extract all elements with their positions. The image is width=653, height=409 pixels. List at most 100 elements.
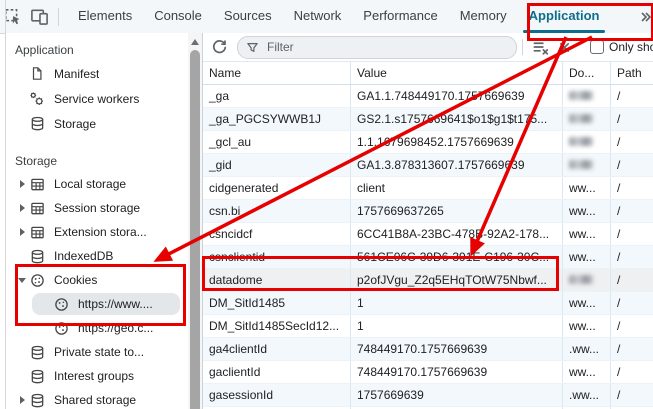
cookie-icon (53, 320, 69, 336)
filter-field[interactable] (237, 36, 517, 59)
delete-selected-button[interactable] (552, 35, 576, 59)
sidebar-item-manifest[interactable]: Manifest (6, 61, 188, 86)
redacted-domain (569, 114, 593, 123)
sidebar-item-cookies[interactable]: Cookies (6, 268, 188, 292)
tab-memory[interactable]: Memory (449, 0, 518, 33)
cookie-domain: ww... (563, 361, 611, 383)
filter-funnel-icon (246, 41, 259, 54)
tab-elements[interactable]: Elements (67, 0, 143, 33)
cookie-name: gasessionId (203, 384, 351, 406)
cookie-name: _gid (203, 154, 351, 176)
device-toolbar-icon (30, 7, 49, 26)
sidebar-scrollbar[interactable] (188, 33, 202, 409)
cookie-domain (563, 108, 611, 130)
cookie-name: cidgenerated (203, 177, 351, 199)
tab-network[interactable]: Network (283, 0, 353, 33)
sidebar-item-label: https://www.... (78, 297, 153, 311)
clear-list-icon (532, 39, 549, 56)
cookie-icon (29, 272, 45, 288)
database-icon (29, 368, 45, 384)
cookie-row-_ga_PGCSYWWB1J[interactable]: _ga_PGCSYWWB1J GS2.1.s1757669641$o1$g1$t… (203, 108, 653, 131)
inspect-element-button[interactable] (0, 4, 26, 30)
sidebar-section-storage: Storage (6, 150, 188, 172)
cookie-row-cidgenerated[interactable]: cidgenerated client ww... / (203, 177, 653, 200)
sidebar-item-extension-storage[interactable]: Extension stora... (6, 220, 188, 244)
column-header-domain[interactable]: Do... (563, 62, 611, 84)
tab-application[interactable]: Application (518, 0, 611, 33)
cookie-value: 6CC41B8A-23BC-478B-92A2-178... (351, 223, 563, 245)
redacted-domain (569, 137, 593, 146)
sidebar-item-label: Local storage (54, 177, 126, 191)
only-show-issue-checkbox[interactable] (590, 40, 604, 54)
redacted-domain (569, 91, 593, 100)
expand-chevron-icon[interactable] (15, 180, 29, 188)
sidebar-item-cookies-geo-origin[interactable]: https://geo.c... (6, 316, 188, 340)
sidebar-item-label: Extension stora... (54, 225, 147, 239)
toggle-device-toolbar-button[interactable] (26, 4, 52, 30)
cookie-row-_gid[interactable]: _gid GA1.3.878313607.1757669639 / (203, 154, 653, 177)
cookie-path: / (611, 246, 653, 268)
cookie-value: p2ofJVgu_Z2q5EHqTOtW75Nbwf... (351, 269, 563, 291)
cookie-row-csnclientid[interactable]: csnclientid 561CE06C-39D6-391E-C196-30C.… (203, 246, 653, 269)
cookie-row-DM_SitId1485SecId[interactable]: DM_SitId1485SecId12... 1 ww... / (203, 315, 653, 338)
cookie-path: / (611, 315, 653, 337)
expand-chevron-icon[interactable] (15, 204, 29, 212)
filter-input[interactable] (265, 39, 469, 55)
cookie-path: / (611, 154, 653, 176)
tab-console[interactable]: Console (143, 0, 213, 33)
scrollbar-thumb[interactable] (190, 50, 200, 409)
sidebar-item-label: Private state to... (54, 345, 144, 359)
cookie-domain: ww... (563, 200, 611, 222)
cookie-domain (563, 269, 611, 291)
cookie-row-DM_SitId1485[interactable]: DM_SitId1485 1 ww... / (203, 292, 653, 315)
cookie-row-csncidcf[interactable]: csncidcf 6CC41B8A-23BC-478B-92A2-178... … (203, 223, 653, 246)
more-tabs-button[interactable] (639, 4, 653, 30)
cookie-value: 1 (351, 292, 563, 314)
cookies-panel: Only sho Name Value Do... Path _ga GA1.1… (203, 33, 653, 409)
sidebar-item-session-storage[interactable]: Session storage (6, 196, 188, 220)
expand-chevron-icon[interactable] (15, 396, 29, 404)
cookie-row-_gcl_au[interactable]: _gcl_au 1.1.1679698452.1757669639 / (203, 131, 653, 154)
sidebar-item-cookies-www-origin[interactable]: https://www.... (6, 292, 188, 316)
sidebar-item-shared-storage[interactable]: Shared storage (6, 388, 188, 409)
cookie-table-header: Name Value Do... Path (203, 62, 653, 85)
sidebar-item-local-storage[interactable]: Local storage (6, 172, 188, 196)
cookie-name: _gcl_au (203, 131, 351, 153)
cookie-path: / (611, 361, 653, 383)
cookie-row-ga4clientId[interactable]: ga4clientId 748449170.1757669639 .ww... … (203, 338, 653, 361)
scroll-up-arrow-icon[interactable] (191, 39, 199, 45)
tab-sources[interactable]: Sources (213, 0, 283, 33)
sidebar-item-interest-groups[interactable]: Interest groups (6, 364, 188, 388)
sidebar-section-application: Application (6, 39, 188, 61)
cookie-row-datadome[interactable]: datadome p2ofJVgu_Z2q5EHqTOtW75Nbwf... / (203, 269, 653, 292)
refresh-button[interactable] (207, 35, 231, 59)
sidebar-item-service-workers[interactable]: Service workers (6, 86, 188, 111)
sidebar-item-label: IndexedDB (54, 249, 113, 263)
cookie-domain: ww... (563, 292, 611, 314)
sidebar-item-indexeddb[interactable]: IndexedDB (6, 244, 188, 268)
cookie-path: / (611, 200, 653, 222)
cookie-value: 1757669639 (351, 384, 563, 406)
clear-all-cookies-button[interactable] (528, 35, 552, 59)
tab-performance[interactable]: Performance (352, 0, 448, 33)
cookie-row-gaclientId[interactable]: gaclientId 748449170.1757669639 ww... / (203, 361, 653, 384)
column-header-path[interactable]: Path (611, 62, 653, 84)
cookie-row-gasessionId[interactable]: gasessionId 1757669639 .ww... / (203, 384, 653, 407)
sidebar-item-private-state-tokens[interactable]: Private state to... (6, 340, 188, 364)
cookies-toolbar: Only sho (203, 33, 653, 62)
cookie-value: 1757669637265 (351, 200, 563, 222)
sidebar-item-storage[interactable]: Storage (6, 111, 188, 136)
cookie-row-csn-bi[interactable]: csn.bi 1757669637265 ww... / (203, 200, 653, 223)
column-header-name[interactable]: Name (203, 62, 351, 84)
database-icon (29, 248, 45, 264)
table-icon (29, 224, 45, 240)
cookie-domain: ww... (563, 246, 611, 268)
cookie-path: / (611, 85, 653, 107)
expand-chevron-icon[interactable] (15, 228, 29, 236)
cookie-path: / (611, 131, 653, 153)
collapse-chevron-icon[interactable] (15, 278, 29, 283)
sidebar-item-label: Cookies (54, 273, 97, 287)
cookie-domain: .ww... (563, 384, 611, 406)
cookie-row-_ga[interactable]: _ga GA1.1.748449170.1757669639 / (203, 85, 653, 108)
column-header-value[interactable]: Value (351, 62, 563, 84)
